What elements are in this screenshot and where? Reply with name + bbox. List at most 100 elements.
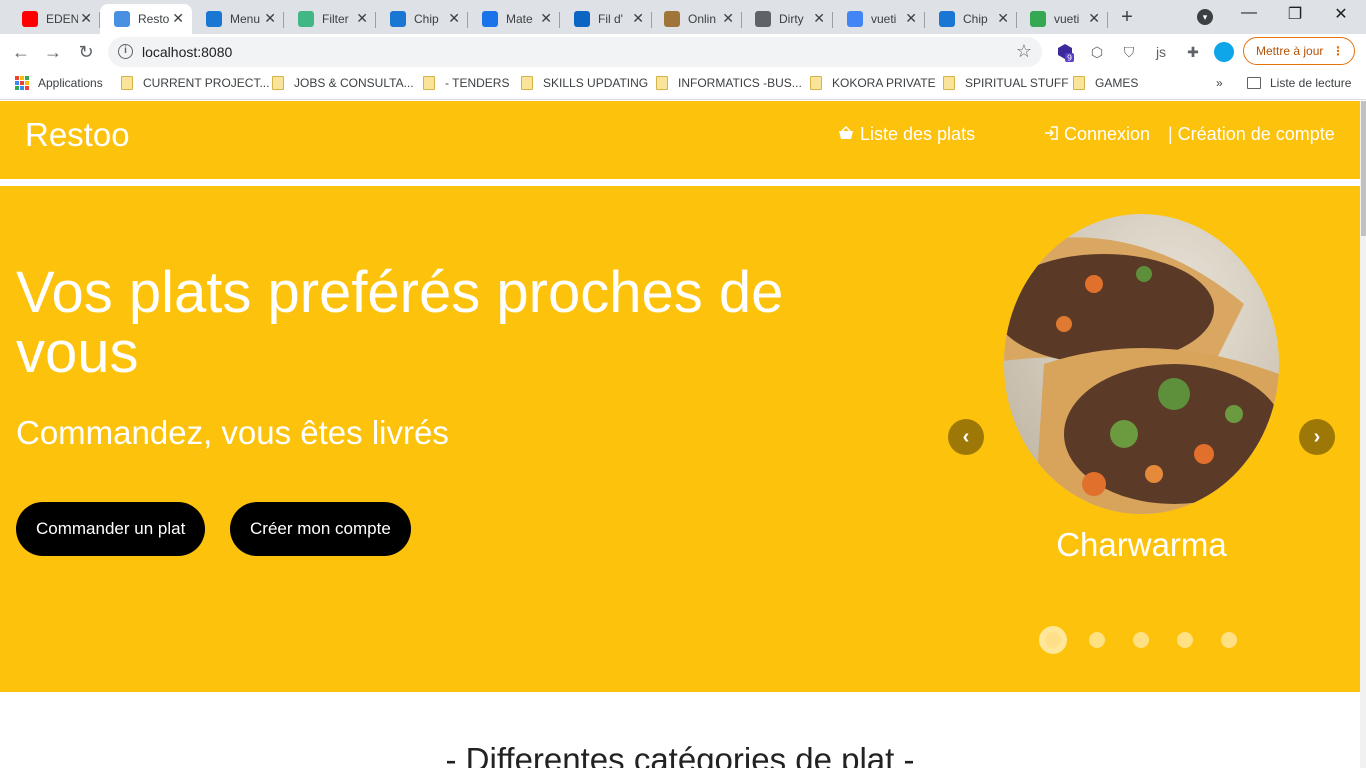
bookmark-folder[interactable]: INFORMATICS -BUS...: [656, 76, 802, 90]
close-tab-icon[interactable]: ✕: [80, 10, 92, 27]
bookmark-folder[interactable]: GAMES: [1073, 76, 1138, 90]
basket-icon: [838, 125, 854, 143]
linkedin-icon: [574, 11, 590, 27]
back-icon[interactable]: ←: [9, 40, 33, 64]
browser-tab[interactable]: Chip ✕: [376, 4, 468, 34]
tab-title: Filter: [322, 12, 349, 26]
carousel-prev-icon[interactable]: ‹: [948, 419, 984, 455]
close-tab-icon[interactable]: ✕: [905, 10, 917, 27]
carousel-next-icon[interactable]: ›: [1299, 419, 1335, 455]
browser-tab[interactable]: Onlin ✕: [650, 4, 742, 34]
profile-avatar[interactable]: [1214, 42, 1234, 62]
nav-signup-link[interactable]: | Création de compte: [1168, 124, 1335, 145]
bookmark-folder[interactable]: JOBS & CONSULTA...: [272, 76, 414, 90]
folder-icon: [656, 76, 668, 90]
close-tab-icon[interactable]: ✕: [997, 10, 1009, 27]
bookmark-folder[interactable]: SPIRITUAL STUFF: [943, 76, 1069, 90]
close-tab-icon[interactable]: ✕: [356, 10, 368, 27]
bookmark-folder[interactable]: - TENDERS: [423, 76, 509, 90]
site-brand[interactable]: Restoo: [25, 116, 130, 154]
minimize-button[interactable]: —: [1234, 4, 1264, 22]
browser-tab[interactable]: Filter ✕: [284, 4, 376, 34]
close-window-button[interactable]: ✕: [1326, 4, 1356, 24]
extension-hexagon-icon[interactable]: 9: [1056, 42, 1076, 63]
hero-title: Vos plats preférés proches de vous: [16, 260, 784, 385]
bookmark-label: JOBS & CONSULTA...: [294, 76, 414, 90]
apps-shortcut[interactable]: Applications: [15, 76, 103, 90]
svg-text:9: 9: [1067, 54, 1072, 63]
site-info-icon[interactable]: i: [118, 44, 133, 59]
close-tab-icon[interactable]: ✕: [172, 10, 184, 27]
bookmark-label: SKILLS UPDATING: [543, 76, 649, 90]
carousel-dot[interactable]: [1133, 632, 1149, 648]
close-tab-icon[interactable]: ✕: [632, 10, 644, 27]
nav-login-link[interactable]: Connexion: [1044, 124, 1150, 145]
browser-tab[interactable]: Chip ✕: [925, 4, 1017, 34]
browser-tab[interactable]: vueti ✕: [833, 4, 925, 34]
address-text[interactable]: localhost:8080: [142, 44, 232, 60]
order-dish-button[interactable]: Commander un plat: [16, 502, 206, 556]
tab-title: Mate: [506, 12, 533, 26]
carousel-caption: Charwarma: [1056, 526, 1227, 563]
google-icon: [847, 11, 863, 27]
browser-tab[interactable]: Menu ✕: [192, 4, 284, 34]
vuetify-icon: [390, 11, 406, 27]
reading-list[interactable]: Liste de lecture: [1247, 76, 1351, 90]
browser-tab[interactable]: EDEN ✕: [8, 4, 100, 34]
tab-search-icon[interactable]: ▾: [1197, 9, 1213, 25]
address-bar[interactable]: i localhost:8080 ☆: [108, 37, 1042, 67]
close-tab-icon[interactable]: ✕: [264, 10, 276, 27]
browser-tab[interactable]: Mate ✕: [468, 4, 560, 34]
youtube-icon: [22, 11, 38, 27]
nav-dishes-link[interactable]: Liste des plats: [838, 124, 975, 145]
create-account-button[interactable]: Créer mon compte: [230, 502, 411, 556]
page-icon: [114, 11, 130, 27]
close-tab-icon[interactable]: ✕: [1088, 10, 1100, 27]
nodejs-extension-icon[interactable]: js: [1151, 42, 1171, 62]
code-icon: [755, 11, 771, 27]
browser-tab[interactable]: Fil d' ✕: [560, 4, 652, 34]
bookmark-folder[interactable]: KOKORA PRIVATE: [810, 76, 936, 90]
tab-title: Fil d': [598, 12, 623, 26]
new-tab-button[interactable]: +: [1117, 6, 1137, 29]
reload-icon[interactable]: ↻: [74, 40, 98, 64]
forward-icon[interactable]: →: [41, 40, 65, 64]
login-icon: [1044, 126, 1058, 143]
tab-title: Onlin: [688, 12, 717, 26]
close-tab-icon[interactable]: ✕: [540, 10, 552, 27]
puzzle-extensions-icon[interactable]: ✚: [1183, 42, 1203, 62]
browser-tab[interactable]: Resto ✕: [100, 4, 192, 34]
bookmarks-overflow-icon[interactable]: »: [1216, 76, 1223, 90]
tab-title: Resto: [138, 12, 170, 26]
tab-title: Menu: [230, 12, 261, 26]
carousel-dot[interactable]: [1039, 626, 1067, 654]
tab-title: vueti: [1054, 12, 1080, 26]
scrollbar-thumb[interactable]: [1361, 101, 1366, 236]
reading-list-label: Liste de lecture: [1270, 76, 1352, 90]
page-scrollbar[interactable]: [1360, 101, 1366, 768]
browser-tab[interactable]: vueti ✕: [1016, 4, 1108, 34]
browser-tab[interactable]: Dirty ✕: [741, 4, 833, 34]
carousel-dot[interactable]: [1221, 632, 1237, 648]
folder-icon: [943, 76, 955, 90]
bookmark-star-icon[interactable]: ☆: [1016, 41, 1032, 62]
shield-extension-icon[interactable]: ⛉: [1119, 42, 1139, 62]
carousel-dot[interactable]: [1089, 632, 1105, 648]
close-tab-icon[interactable]: ✕: [813, 10, 825, 27]
page-content: Restoo Liste des plats Connexion | Créat…: [0, 101, 1366, 768]
update-browser-button[interactable]: Mettre à jour ⋮: [1243, 37, 1355, 65]
carousel-dot[interactable]: [1177, 632, 1193, 648]
bookmark-folder[interactable]: CURRENT PROJECT...: [121, 76, 269, 90]
close-tab-icon[interactable]: ✕: [722, 10, 734, 27]
restore-button[interactable]: ❐: [1280, 4, 1310, 24]
close-tab-icon[interactable]: ✕: [448, 10, 460, 27]
bookmark-label: - TENDERS: [445, 76, 510, 90]
hero-subtitle: Commandez, vous êtes livrés: [16, 414, 449, 451]
cube-extension-icon[interactable]: ⬡: [1087, 42, 1107, 62]
section-title: - Differentes catégories de plat -: [445, 741, 915, 768]
site-app-bar: Restoo Liste des plats Connexion | Créat…: [0, 101, 1360, 179]
bookmark-folder[interactable]: SKILLS UPDATING: [521, 76, 648, 90]
bookmark-label: KOKORA PRIVATE: [832, 76, 936, 90]
vuetify-icon: [939, 11, 955, 27]
tab-title: Chip: [963, 12, 988, 26]
